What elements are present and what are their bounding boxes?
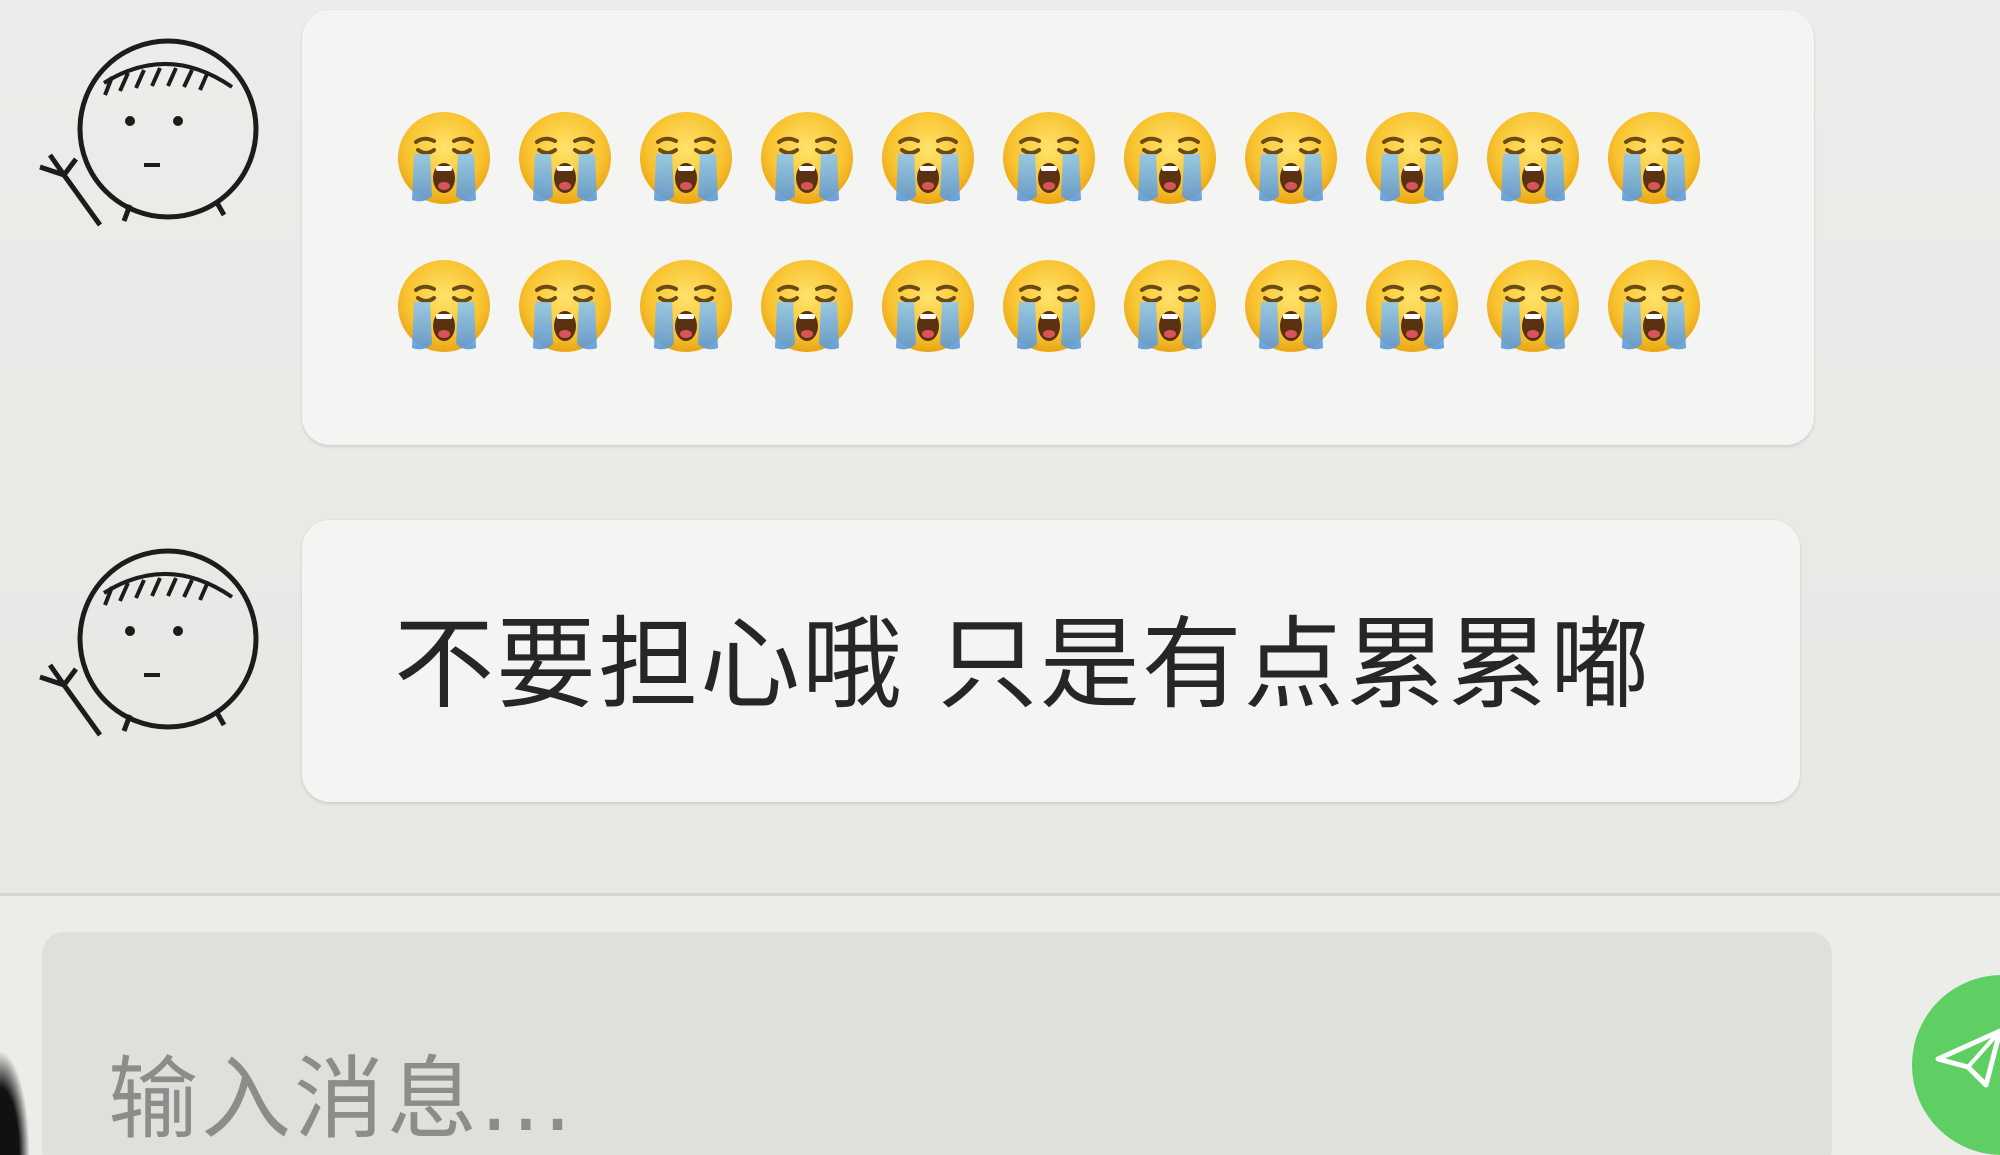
paper-plane-icon [1935,1028,2000,1088]
chat-screen: 不要担心哦 只是有点累累嘟 输入消息... [0,0,2000,1155]
message-text: 不要担心哦 只是有点累累嘟 [394,606,1652,723]
crying-face-emoji-icon [999,108,1099,208]
crying-face-emoji-icon [1604,256,1704,356]
crying-face-emoji-icon [515,256,615,356]
crying-face-emoji-icon [1483,256,1583,356]
crying-face-emoji-icon [1120,256,1220,356]
crying-face-emoji-icon [394,108,494,208]
crying-face-emoji-icon [1362,256,1462,356]
contact-avatar[interactable] [20,535,260,745]
crying-face-emoji-icon [757,108,857,208]
device-edge [0,1050,30,1155]
crying-face-emoji-icon [1120,108,1220,208]
crying-face-emoji-icon [1483,108,1583,208]
emoji-grid [394,108,1704,356]
message-input-placeholder: 输入消息... [108,1047,575,1152]
message-bubble-emoji[interactable] [302,10,1814,445]
crying-face-emoji-icon [636,256,736,356]
message-input[interactable]: 输入消息... [42,932,1832,1155]
crying-face-emoji-icon [515,108,615,208]
crying-face-emoji-icon [878,108,978,208]
composer: 输入消息... [0,896,2000,1155]
crying-face-emoji-icon [878,256,978,356]
crying-face-emoji-icon [394,256,494,356]
crying-face-emoji-icon [1362,108,1462,208]
crying-face-emoji-icon [1604,108,1704,208]
crying-face-emoji-icon [757,256,857,356]
crying-face-emoji-icon [999,256,1099,356]
contact-avatar[interactable] [20,25,260,235]
crying-face-emoji-icon [636,108,736,208]
doodle-face-icon [39,548,259,737]
message-bubble-text[interactable]: 不要担心哦 只是有点累累嘟 [302,520,1800,802]
crying-face-emoji-icon [1241,256,1341,356]
crying-face-emoji-icon [1241,108,1341,208]
doodle-face-icon [39,38,259,227]
